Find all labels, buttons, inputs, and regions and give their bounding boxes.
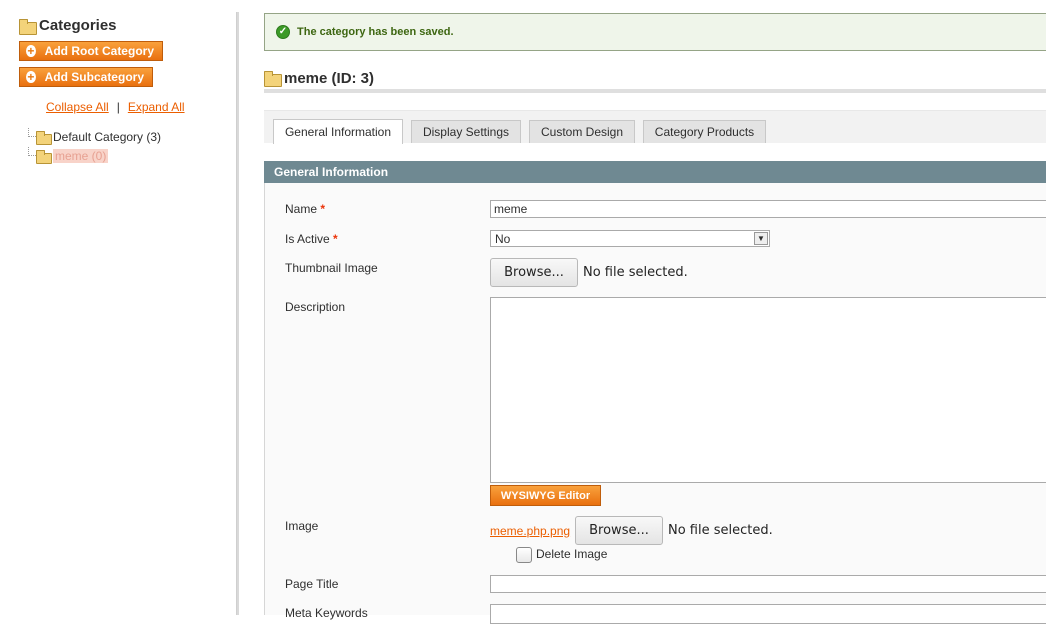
success-message: ✓ The category has been saved. [264,13,1046,51]
is-active-label: Is Active * [285,232,338,246]
thumbnail-file-status: No file selected. [583,265,688,280]
current-image-link[interactable]: meme.php.png [490,524,570,538]
tab-custom-design[interactable]: Custom Design [529,120,635,143]
name-field[interactable]: meme [490,200,1046,218]
tree-node-meme[interactable]: meme (0) [28,146,161,165]
page-title-label: Page Title [285,577,339,591]
expand-all-link[interactable]: Expand All [128,100,185,114]
tab-bar: General Information Display Settings Cus… [264,110,1046,144]
description-textarea[interactable] [490,297,1046,483]
page-title: meme (ID: 3) [284,69,375,87]
sidebar-title: Categories [19,17,117,35]
add-root-category-label: Add Root Category [44,44,154,58]
tree-links-separator: | [116,100,120,114]
tree-node-label: Default Category (3) [53,129,162,144]
chevron-down-icon: ▼ [754,232,768,245]
tree-node-default-category[interactable]: Default Category (3) [28,127,161,146]
name-label-text: Name [285,202,318,216]
add-root-category-button[interactable]: + Add Root Category [19,41,163,61]
delete-image-label: Delete Image [536,547,608,561]
folder-search-icon [36,149,52,164]
add-subcategory-label: Add Subcategory [44,70,144,84]
category-tree: Default Category (3) meme (0) [28,127,161,165]
required-marker: * [333,232,338,246]
image-file-status: No file selected. [668,523,773,538]
tab-general-information[interactable]: General Information [273,119,403,144]
plus-icon: + [26,44,36,58]
tab-category-products[interactable]: Category Products [643,120,766,143]
thumbnail-browse-button[interactable]: Browse... [490,258,578,287]
is-active-label-text: Is Active [285,232,330,246]
delete-image-checkbox[interactable] [516,547,532,563]
sidebar-divider [236,12,239,615]
meta-keywords-label: Meta Keywords [285,606,368,620]
is-active-value: No [495,231,511,246]
wysiwyg-editor-button[interactable]: WYSIWYG Editor [490,485,601,506]
add-subcategory-button[interactable]: + Add Subcategory [19,67,153,87]
tree-connector [28,128,36,137]
sidebar-title-text: Categories [39,17,117,34]
is-active-select[interactable]: No ▼ [490,230,770,247]
meta-keywords-field[interactable] [490,604,1046,624]
image-browse-button[interactable]: Browse... [575,516,663,545]
tree-node-label: meme (0) [53,148,109,163]
folder-open-icon [36,130,52,145]
page-header: meme (ID: 3) [264,67,1046,93]
page-title-field[interactable] [490,575,1046,593]
plus-icon: + [26,70,36,84]
thumbnail-label: Thumbnail Image [285,261,378,275]
tree-connector [28,147,36,156]
checkmark-icon: ✓ [276,25,290,39]
section-header: General Information [264,161,1046,183]
image-label: Image [285,519,319,533]
required-marker: * [320,202,326,216]
tab-display-settings[interactable]: Display Settings [411,120,521,143]
collapse-all-link[interactable]: Collapse All [46,100,109,114]
success-message-text: The category has been saved. [297,26,454,38]
category-sidebar: Categories + Add Root Category + Add Sub… [0,0,240,615]
name-label: Name * [285,202,325,216]
description-label: Description [285,300,346,314]
folder-icon [264,71,282,87]
folder-icon [19,18,37,35]
tree-controls: Collapse All | Expand All [46,100,185,114]
